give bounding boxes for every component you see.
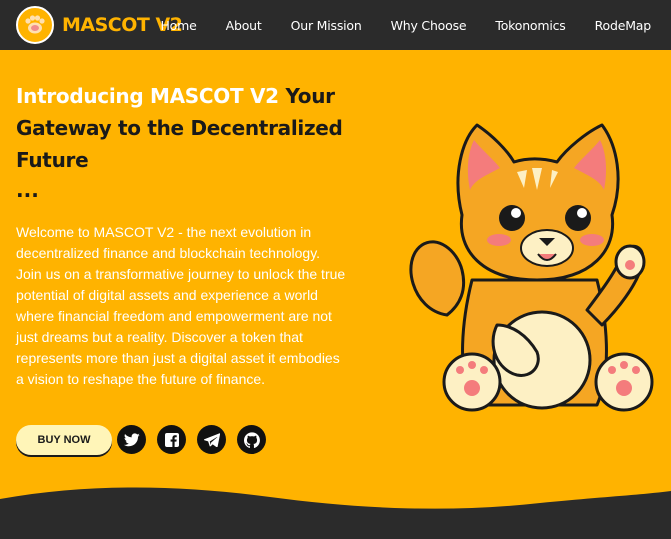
hero-description: Welcome to MASCOT V2 - the next evolutio… <box>16 224 346 387</box>
nav-item-about[interactable]: About <box>226 18 262 33</box>
nav-item-why-choose[interactable]: Why Choose <box>391 18 467 33</box>
telegram-icon[interactable] <box>197 425 226 454</box>
hero-title: Introducing MASCOT V2 Your Gateway to th… <box>16 80 346 176</box>
hero-title-ellipsis: ... <box>16 178 39 202</box>
buy-now-button[interactable]: BUY NOW <box>16 425 112 455</box>
main-nav: Home About Our Mission Why Choose Tokono… <box>131 0 651 50</box>
cat-mascot-icon <box>402 120 662 425</box>
twitter-icon[interactable] <box>117 425 146 454</box>
nav-item-rodemap[interactable]: RodeMap <box>595 18 652 33</box>
hero-title-highlight: Introducing MASCOT V2 <box>16 84 279 108</box>
nav-item-our-mission[interactable]: Our Mission <box>291 18 362 33</box>
cat-paw-icon <box>16 6 54 44</box>
nav-item-home[interactable]: Home <box>160 18 196 33</box>
github-icon[interactable] <box>237 425 266 454</box>
hero-section: Introducing MASCOT V2 Your Gateway to th… <box>0 50 671 539</box>
bottom-wave <box>0 487 671 539</box>
navbar: MASCOT V2 Home About Our Mission Why Cho… <box>0 0 671 50</box>
facebook-icon[interactable] <box>157 425 186 454</box>
nav-item-tokonomics[interactable]: Tokonomics <box>495 18 565 33</box>
social-links <box>117 425 277 454</box>
